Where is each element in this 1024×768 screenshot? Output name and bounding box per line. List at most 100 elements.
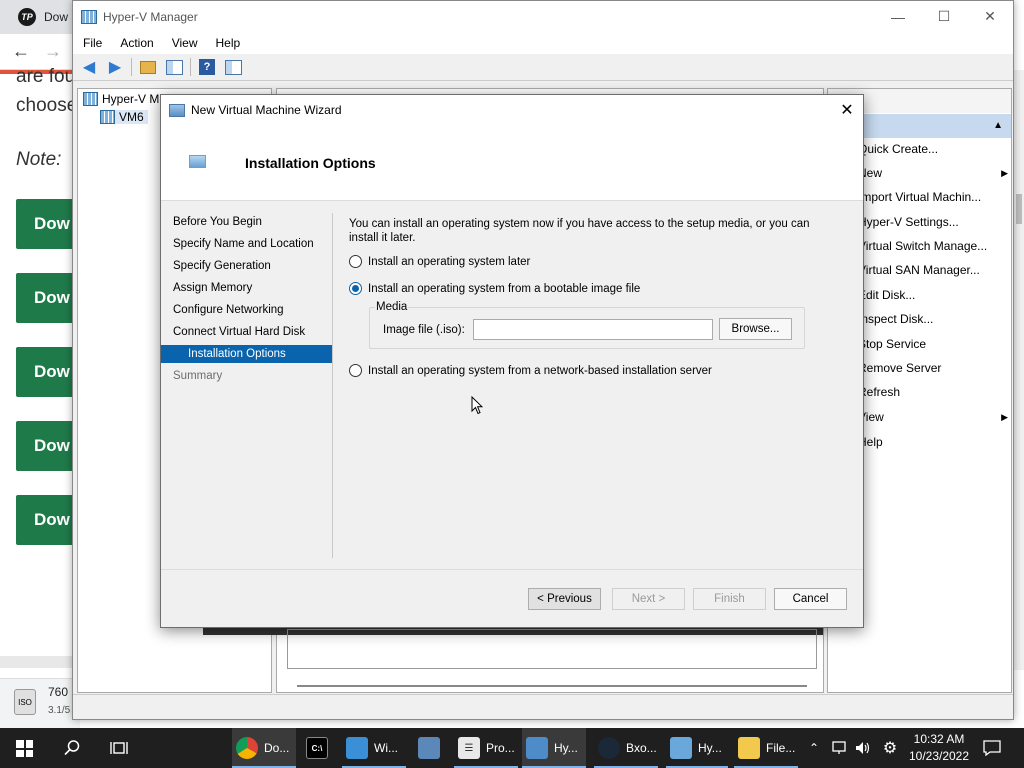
scrollbar-thumb[interactable]: [1016, 194, 1022, 224]
hyperv-toolbar: ◀ ▶ ?: [73, 54, 1013, 81]
action-virtual-san-manager[interactable]: Virtual SAN Manager...: [858, 260, 1008, 280]
wizard-title: New Virtual Machine Wizard: [191, 103, 342, 117]
clock-date: 10/23/2022: [908, 749, 970, 763]
action-stop-service[interactable]: Stop Service: [858, 334, 1008, 354]
action-quick-create[interactable]: Quick Create...: [858, 139, 1008, 159]
back-arrow-icon[interactable]: ◀: [79, 57, 99, 77]
action-inspect-disk[interactable]: Inspect Disk...: [858, 309, 1008, 329]
folder-icon: [140, 60, 156, 74]
taskbar-app-file-explorer[interactable]: File...: [734, 728, 798, 768]
center-scrollbar[interactable]: [297, 685, 807, 687]
wizard-title-bar[interactable]: New Virtual Machine Wizard ✕: [161, 95, 863, 125]
steam-icon: [598, 737, 620, 759]
tree-root-hyperv[interactable]: Hyper-V M: [83, 92, 159, 106]
radio-install-from-network[interactable]: [349, 364, 362, 377]
tree-item-vm6[interactable]: VM6: [100, 110, 148, 124]
step-summary[interactable]: Summary: [161, 367, 332, 385]
hyperv-window-title: Hyper-V Manager: [103, 9, 198, 24]
tree-child-label: VM6: [119, 110, 144, 124]
step-assign-memory[interactable]: Assign Memory: [161, 279, 332, 297]
task-view-button[interactable]: [96, 728, 142, 768]
step-specify-generation[interactable]: Specify Generation: [161, 257, 332, 275]
back-arrow-icon[interactable]: ←: [12, 41, 30, 62]
menu-view[interactable]: View: [172, 36, 198, 50]
action-edit-disk[interactable]: Edit Disk...: [858, 285, 1008, 305]
action-hyperv-settings[interactable]: Hyper-V Settings...: [858, 212, 1008, 232]
media-group-label: Media: [375, 301, 409, 313]
close-button[interactable]: ✕: [967, 1, 1013, 32]
step-before-you-begin[interactable]: Before You Begin: [161, 213, 332, 231]
iso-file-input[interactable]: [473, 319, 713, 340]
action-refresh[interactable]: Refresh: [858, 382, 1008, 402]
network-tray-button[interactable]: [828, 728, 850, 768]
search-icon: [64, 740, 80, 756]
action-help[interactable]: Help: [858, 432, 1008, 452]
browser-tab[interactable]: TP Dow: [0, 0, 80, 34]
windows-taskbar: Do... C:\ Wi... ☰ Pro... Hy... Bxo... Hy…: [0, 728, 1024, 768]
speaker-icon: [856, 742, 870, 754]
submenu-arrow-icon: ▶: [1001, 411, 1008, 422]
menu-action[interactable]: Action: [120, 36, 153, 50]
radio-install-from-image[interactable]: [349, 282, 362, 295]
action-import-vm[interactable]: Import Virtual Machin...: [858, 187, 1008, 207]
cancel-button[interactable]: Cancel: [774, 588, 847, 610]
step-installation-options[interactable]: Installation Options: [161, 345, 332, 363]
option-install-later[interactable]: Install an operating system later: [349, 255, 530, 268]
up-folder-button[interactable]: [138, 57, 158, 77]
volume-tray-button[interactable]: [852, 728, 874, 768]
show-hidden-icons-button[interactable]: ⌃: [806, 728, 822, 768]
taskbar-app-remote[interactable]: [414, 728, 448, 768]
help-button[interactable]: ?: [197, 57, 217, 77]
forward-arrow-icon[interactable]: ▶: [105, 57, 125, 77]
taskbar-app-hyperv-2[interactable]: Hy...: [666, 728, 728, 768]
minimize-button[interactable]: —: [875, 1, 921, 32]
taskbar-app-pro-label: Pro...: [486, 741, 515, 755]
start-button[interactable]: [0, 728, 48, 768]
menu-file[interactable]: File: [83, 36, 102, 50]
action-virtual-switch-manager[interactable]: Virtual Switch Manage...: [858, 236, 1008, 256]
wizard-close-button[interactable]: ✕: [831, 95, 863, 125]
radio-install-later[interactable]: [349, 255, 362, 268]
taskbar-clock[interactable]: 10:32 AM 10/23/2022: [906, 731, 972, 765]
browse-button[interactable]: Browse...: [719, 318, 792, 340]
taskbar-app-hyperv-label: Hy...: [554, 741, 578, 755]
taskbar-app-wi[interactable]: Wi...: [342, 728, 406, 768]
step-configure-networking[interactable]: Configure Networking: [161, 301, 332, 319]
action-center-button[interactable]: [978, 728, 1006, 768]
taskbar-app-steam[interactable]: Bxo...: [594, 728, 658, 768]
browser-horizontal-scrollbar[interactable]: [0, 656, 80, 668]
maximize-button[interactable]: ☐: [921, 1, 967, 32]
notification-icon: [983, 740, 1001, 756]
taskbar-app-pro[interactable]: ☰ Pro...: [454, 728, 518, 768]
hyperv-server-icon: [83, 92, 98, 106]
action-new[interactable]: New ▶: [858, 163, 1008, 183]
previous-button[interactable]: < Previous: [528, 588, 601, 610]
document-icon: ☰: [458, 737, 480, 759]
action-pane-button[interactable]: [223, 57, 243, 77]
taskbar-app-hyperv-2-label: Hy...: [698, 741, 722, 755]
show-tree-button[interactable]: [164, 57, 184, 77]
step-specify-name-location[interactable]: Specify Name and Location: [161, 235, 332, 253]
iso-file-icon: ISO: [14, 689, 36, 715]
settings-tray-button[interactable]: ⚙: [878, 728, 902, 768]
download-shelf-item[interactable]: ISO 760 3.1/5: [0, 678, 80, 728]
taskbar-app-hyperv[interactable]: Hy...: [522, 728, 586, 768]
next-button[interactable]: Next >: [612, 588, 685, 610]
finish-button[interactable]: Finish: [693, 588, 766, 610]
chevron-up-icon: ⌃: [808, 741, 820, 755]
forward-arrow-icon[interactable]: →: [44, 41, 62, 62]
browser-vertical-scrollbar[interactable]: [1014, 70, 1024, 670]
collapse-up-icon[interactable]: ▲: [993, 120, 1003, 131]
action-remove-server[interactable]: Remove Server: [858, 358, 1008, 378]
hyperv-title-bar[interactable]: Hyper-V Manager — ☐ ✕: [73, 1, 1013, 32]
download-file-name: 760: [48, 685, 69, 699]
step-connect-virtual-hard-disk[interactable]: Connect Virtual Hard Disk: [161, 323, 332, 341]
action-view[interactable]: View ▶: [858, 407, 1008, 427]
page-text-line-1: are fou: [16, 66, 76, 87]
search-button[interactable]: [50, 728, 94, 768]
taskbar-app-terminal[interactable]: C:\: [306, 728, 334, 768]
taskbar-app-chrome[interactable]: Do...: [232, 728, 296, 768]
menu-help[interactable]: Help: [216, 36, 241, 50]
option-install-from-network[interactable]: Install an operating system from a netwo…: [349, 364, 712, 377]
option-install-from-image[interactable]: Install an operating system from a boota…: [349, 282, 640, 295]
